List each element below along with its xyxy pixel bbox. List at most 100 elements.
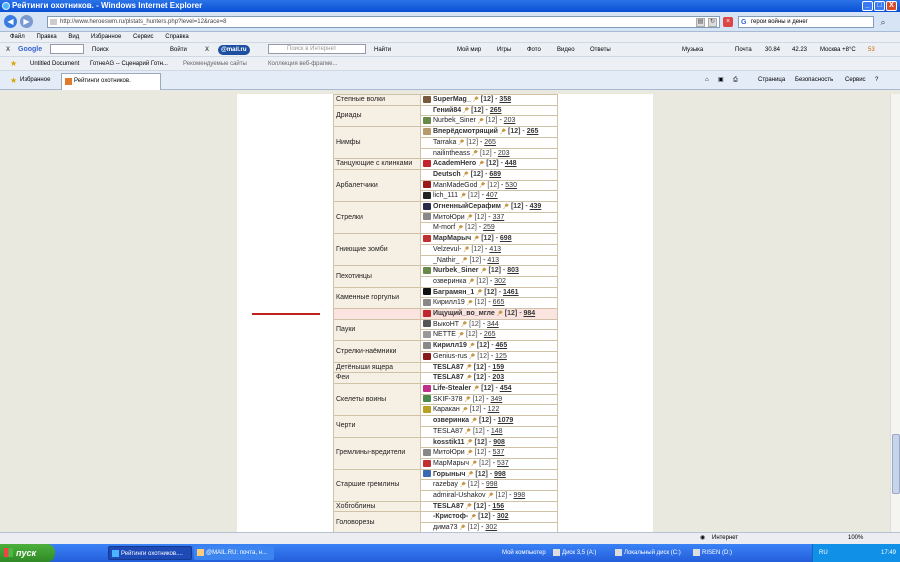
score-link[interactable]: 908	[493, 439, 505, 446]
score-link[interactable]: 698	[500, 235, 512, 242]
start-button[interactable]: пуск	[0, 544, 55, 562]
page-menu[interactable]: Страница	[758, 71, 785, 90]
player-name-link[interactable]: SKIF-378	[433, 396, 463, 403]
score-link[interactable]: 439	[530, 203, 542, 210]
score-link[interactable]: 998	[486, 481, 498, 488]
player-name-link[interactable]: Deutsch	[433, 171, 461, 178]
score-link[interactable]: 159	[492, 364, 504, 371]
compat-icon[interactable]: ▤	[696, 18, 705, 27]
score-link[interactable]: 125	[495, 353, 507, 360]
player-name-link[interactable]: razebay	[433, 481, 458, 488]
google-login-button[interactable]: Войти	[170, 43, 187, 57]
score-link[interactable]: 203	[492, 374, 504, 381]
player-name-link[interactable]: ВыкоНТ	[433, 321, 459, 328]
weather-moscow[interactable]: Москва +8°C	[820, 43, 856, 57]
video-link[interactable]: Видео	[557, 43, 575, 57]
player-name-link[interactable]: Nurbek_Siner	[433, 117, 476, 124]
google-search-input[interactable]	[50, 44, 84, 55]
score-link[interactable]: 337	[493, 214, 505, 221]
player-name-link[interactable]: Ищущий_во_мгле	[433, 310, 495, 317]
bookmark-webslices[interactable]: Коллекция веб-фрагме...	[268, 57, 337, 71]
toolbar-close-icon[interactable]: X	[6, 43, 10, 57]
score-link[interactable]: 984	[523, 310, 535, 317]
score-link[interactable]: 265	[490, 107, 502, 114]
player-name-link[interactable]: озверинка	[433, 278, 466, 285]
player-name-link[interactable]: TESLA87	[433, 374, 464, 381]
music-button[interactable]: Музыка	[682, 43, 703, 57]
player-name-link[interactable]: TESLA87	[433, 428, 463, 435]
score-link[interactable]: 358	[499, 96, 511, 103]
score-link[interactable]: 156	[492, 503, 504, 510]
score-link[interactable]: 265	[484, 331, 496, 338]
score-link[interactable]: 203	[498, 150, 510, 157]
score-link[interactable]: 344	[487, 321, 499, 328]
score-link[interactable]: 537	[493, 449, 505, 456]
games-link[interactable]: Игры	[497, 43, 511, 57]
feeds-icon[interactable]: ▣	[718, 71, 724, 90]
print-icon[interactable]: ⎙	[733, 71, 738, 90]
home-icon[interactable]: ⌂	[705, 71, 709, 90]
score-link[interactable]: 259	[483, 224, 495, 231]
player-name-link[interactable]: Гений84	[433, 107, 461, 114]
tools-menu[interactable]: Сервис	[845, 71, 866, 90]
score-link[interactable]: 265	[527, 128, 539, 135]
score-link[interactable]: 302	[497, 513, 509, 520]
score-link[interactable]: 413	[489, 246, 501, 253]
photo-link[interactable]: Фото	[527, 43, 541, 57]
task-risen[interactable]: RISEN (D:)	[690, 546, 740, 560]
player-name-link[interactable]: TESLA87	[433, 503, 464, 510]
player-name-link[interactable]: TESLA87	[433, 364, 464, 371]
score-link[interactable]: 689	[489, 171, 501, 178]
menu-tools[interactable]: Сервис	[133, 34, 154, 40]
player-name-link[interactable]: Genius-rus	[433, 353, 467, 360]
favorites-star-icon[interactable]: ★	[10, 71, 17, 90]
player-name-link[interactable]: Каракан	[433, 406, 460, 413]
task-my-computer[interactable]: Мой компьютер	[490, 546, 550, 560]
minimize-button[interactable]: _	[862, 1, 873, 11]
player-name-link[interactable]: kosstik11	[433, 439, 465, 446]
help-icon[interactable]: ?	[875, 71, 878, 90]
score-link[interactable]: 448	[505, 160, 517, 167]
player-name-link[interactable]: озверинка	[433, 417, 469, 424]
player-name-link[interactable]: Баграмян_1	[433, 289, 474, 296]
player-name-link[interactable]: _Nathir_	[433, 257, 459, 264]
player-name-link[interactable]: ManMadeGod	[433, 182, 477, 189]
player-name-link[interactable]: Кирилл19	[433, 342, 467, 349]
bookmark-gothic[interactable]: ГотнеАG -- Сценарий Готн...	[90, 57, 168, 71]
player-name-link[interactable]: nailintheass	[433, 150, 470, 157]
task-mailru[interactable]: @MAIL.RU: почта, н...	[194, 546, 274, 560]
score-link[interactable]: 203	[504, 117, 516, 124]
score-link[interactable]: 454	[500, 385, 512, 392]
player-name-link[interactable]: Life-Stealer	[433, 385, 471, 392]
language-indicator[interactable]: RU	[819, 544, 828, 562]
score-link[interactable]: 530	[505, 182, 517, 189]
score-link[interactable]: 537	[497, 460, 509, 467]
player-name-link[interactable]: МитоЮри	[433, 449, 465, 456]
player-name-link[interactable]: Nurbek_Siner	[433, 267, 479, 274]
menu-help[interactable]: Справка	[165, 34, 189, 40]
menu-favorites[interactable]: Избранное	[91, 34, 121, 40]
player-name-link[interactable]: МитоЮри	[433, 214, 465, 221]
player-name-link[interactable]: SuperMag_	[433, 96, 471, 103]
scrollbar-thumb[interactable]	[892, 434, 900, 494]
score-link[interactable]: 1461	[503, 289, 519, 296]
forward-icon[interactable]: ▶	[20, 15, 33, 28]
score-link[interactable]: 998	[513, 492, 525, 499]
refresh-icon[interactable]: ↻	[708, 18, 717, 27]
mail-button[interactable]: Почта	[735, 43, 752, 57]
tab-active[interactable]: Рейтинги охотников.	[61, 73, 161, 90]
score-link[interactable]: 407	[486, 192, 498, 199]
mailru-find-button[interactable]: Найти	[374, 43, 391, 57]
player-name-link[interactable]: МарМарыч	[433, 235, 471, 242]
moi-mir-link[interactable]: Мой мир	[457, 43, 481, 57]
task-drive-c[interactable]: Локальный диск (C:)	[612, 546, 690, 560]
search-box[interactable]: G герои войны и денег	[738, 16, 874, 28]
stop-icon[interactable]: ×	[723, 17, 733, 27]
score-link[interactable]: 302	[494, 278, 506, 285]
favorites-button[interactable]: Избранное	[20, 71, 50, 90]
player-name-link[interactable]: МарМарыч	[433, 460, 469, 467]
player-name-link[interactable]: Горыныч	[433, 471, 465, 478]
score-link[interactable]: 1079	[498, 417, 514, 424]
score-link[interactable]: 803	[507, 267, 519, 274]
score-link[interactable]: 998	[494, 471, 506, 478]
